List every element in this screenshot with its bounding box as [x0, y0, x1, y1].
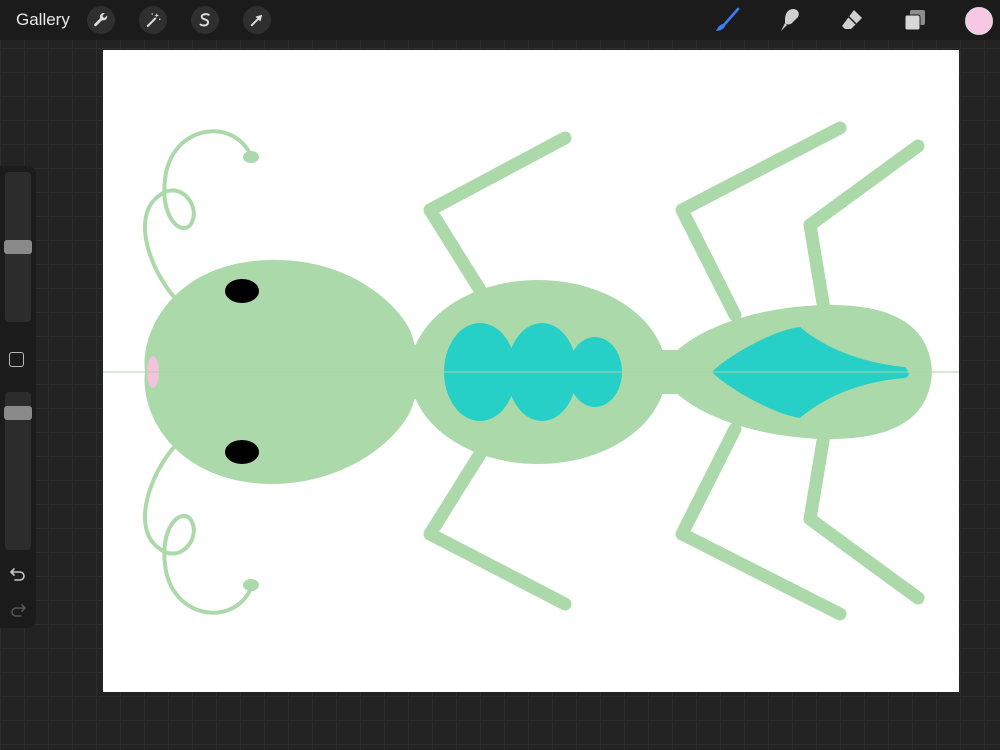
selection-button[interactable]: [191, 6, 219, 34]
eye-bottom: [225, 440, 259, 464]
eye-top: [225, 279, 259, 303]
left-sidebar: [0, 166, 36, 628]
paint-brush-button[interactable]: [712, 5, 742, 35]
opacity-thumb[interactable]: [4, 406, 32, 421]
undo-button[interactable]: [6, 562, 30, 586]
antenna-tip-top: [243, 151, 259, 163]
leg-back-top: [803, 139, 925, 322]
color-picker-button[interactable]: [965, 7, 993, 35]
redo-icon: [11, 604, 26, 617]
leg-front-bottom: [423, 447, 572, 611]
smudge-icon: [781, 9, 799, 31]
leg-back-bottom: [803, 422, 925, 605]
drawing-canvas[interactable]: [103, 50, 959, 692]
leg-front-top: [423, 131, 572, 297]
brush-size-thumb[interactable]: [4, 240, 32, 254]
undo-icon: [10, 568, 25, 581]
arrow-cursor-icon: [250, 14, 263, 27]
smudge-button[interactable]: [775, 5, 805, 35]
eraser-icon: [842, 10, 862, 29]
adjustments-button[interactable]: [139, 6, 167, 34]
layers-button[interactable]: [900, 5, 930, 35]
modify-button[interactable]: [9, 352, 24, 367]
antenna-tip-bottom: [243, 579, 259, 591]
top-toolbar: Gallery: [0, 0, 1000, 40]
ant-drawing: [103, 121, 959, 621]
transform-button[interactable]: [243, 6, 271, 34]
actions-button[interactable]: [87, 6, 115, 34]
layers-icon: [904, 10, 925, 31]
wrench-icon: [94, 13, 108, 27]
eraser-button[interactable]: [837, 5, 867, 35]
gallery-button[interactable]: Gallery: [16, 10, 70, 30]
magic-wand-icon: [146, 13, 161, 27]
selection-s-icon: [199, 13, 210, 27]
redo-button[interactable]: [6, 598, 30, 622]
brush-icon: [716, 7, 740, 31]
